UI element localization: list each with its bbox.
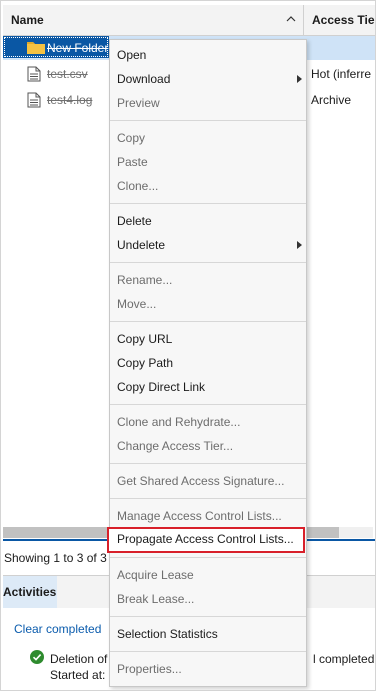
menu-item-download[interactable]: Download (110, 68, 306, 90)
menu-item-break-lease[interactable]: Break Lease... (110, 588, 306, 610)
menu-item-label: Copy Path (117, 356, 174, 370)
menu-item-manage-acl[interactable]: Manage Access Control Lists... (110, 505, 306, 527)
menu-item-rename[interactable]: Rename... (110, 269, 306, 291)
menu-item-label: Rename... (117, 273, 173, 287)
menu-item-label: Delete (117, 214, 152, 228)
menu-item-clone-rehydrate[interactable]: Clone and Rehydrate... (110, 411, 306, 433)
activity-start-time: Started at: 9 (50, 668, 116, 682)
menu-item-change-access-tier[interactable]: Change Access Tier... (110, 435, 306, 457)
menu-item-label: Change Access Tier... (117, 439, 234, 453)
submenu-arrow-icon (297, 241, 302, 249)
name-column-label: Name (11, 13, 44, 27)
menu-item-label: Break Lease... (117, 592, 195, 606)
menu-item-clone[interactable]: Clone... (110, 175, 306, 197)
menu-separator (110, 498, 306, 499)
clear-completed-link[interactable]: Clear completed (14, 622, 101, 636)
menu-separator (110, 404, 306, 405)
menu-item-undelete[interactable]: Undelete (110, 234, 306, 256)
menu-separator (110, 463, 306, 464)
menu-item-label: Copy URL (117, 332, 173, 346)
menu-separator (110, 120, 306, 121)
menu-item-label: Copy (117, 131, 146, 145)
sort-ascending-icon[interactable] (285, 13, 297, 25)
horizontal-scrollbar-track[interactable] (339, 527, 373, 538)
name-column-header[interactable]: Name (3, 5, 304, 35)
menu-item-copy-direct-link[interactable]: Copy Direct Link (110, 376, 306, 398)
list-item-tier: Archive (311, 93, 352, 107)
menu-item-copy[interactable]: Copy (110, 127, 306, 149)
tab-activities[interactable]: Activities (3, 576, 57, 608)
menu-item-properties[interactable]: Properties... (110, 658, 306, 680)
menu-item-label: Paste (117, 155, 148, 169)
file-icon (27, 92, 41, 108)
column-header-row: Name Access Tie (3, 5, 376, 36)
menu-item-label: Acquire Lease (117, 568, 194, 582)
list-item-name: New Folder (47, 41, 109, 55)
activity-description: Deletion of (50, 652, 108, 666)
activity-status: l completed (313, 652, 375, 666)
menu-item-move[interactable]: Move... (110, 293, 306, 315)
menu-separator (110, 321, 306, 322)
menu-item-label: Copy Direct Link (117, 380, 206, 394)
context-menu: Open Download Preview Copy Paste Clone..… (109, 39, 307, 687)
menu-item-label: Get Shared Access Signature... (117, 474, 285, 488)
menu-item-label: Open (117, 48, 147, 62)
menu-separator (110, 203, 306, 204)
menu-item-selection-statistics[interactable]: Selection Statistics (110, 623, 306, 645)
menu-item-label: Undelete (117, 238, 166, 252)
menu-separator (110, 651, 306, 652)
list-item-name: test.csv (47, 67, 88, 81)
list-item-tier: Hot (inferre (311, 67, 372, 81)
menu-item-label: Download (117, 72, 171, 86)
tab-activities-label: Activities (3, 585, 57, 599)
menu-separator (110, 262, 306, 263)
menu-item-label: Selection Statistics (117, 627, 218, 641)
menu-item-paste[interactable]: Paste (110, 151, 306, 173)
menu-item-acquire-lease[interactable]: Acquire Lease (110, 564, 306, 586)
menu-item-label: Move... (117, 297, 157, 311)
menu-separator (110, 616, 306, 617)
list-item-name: test4.log (47, 93, 93, 107)
folder-icon (27, 42, 45, 54)
access-tier-column-header[interactable]: Access Tie (304, 5, 376, 35)
menu-item-label: Clone... (117, 179, 159, 193)
file-icon (27, 66, 41, 82)
item-count-status: Showing 1 to 3 of 3 (4, 551, 107, 565)
success-check-icon (30, 650, 44, 664)
menu-item-get-sas[interactable]: Get Shared Access Signature... (110, 470, 306, 492)
menu-separator (110, 557, 306, 558)
highlighted-menu-label[interactable]: Propagate Access Control Lists... (117, 532, 294, 546)
menu-item-open[interactable]: Open (110, 44, 306, 66)
submenu-arrow-icon (297, 75, 302, 83)
menu-item-label: Manage Access Control Lists... (117, 509, 282, 523)
menu-item-preview[interactable]: Preview (110, 92, 306, 114)
menu-item-copy-path[interactable]: Copy Path (110, 352, 306, 374)
menu-item-copy-url[interactable]: Copy URL (110, 328, 306, 350)
menu-item-label: Clone and Rehydrate... (117, 415, 241, 429)
menu-item-delete[interactable]: Delete (110, 210, 306, 232)
menu-item-label: Preview (117, 96, 160, 110)
access-tier-column-label: Access Tie (312, 13, 375, 27)
menu-item-label: Properties... (117, 662, 182, 676)
